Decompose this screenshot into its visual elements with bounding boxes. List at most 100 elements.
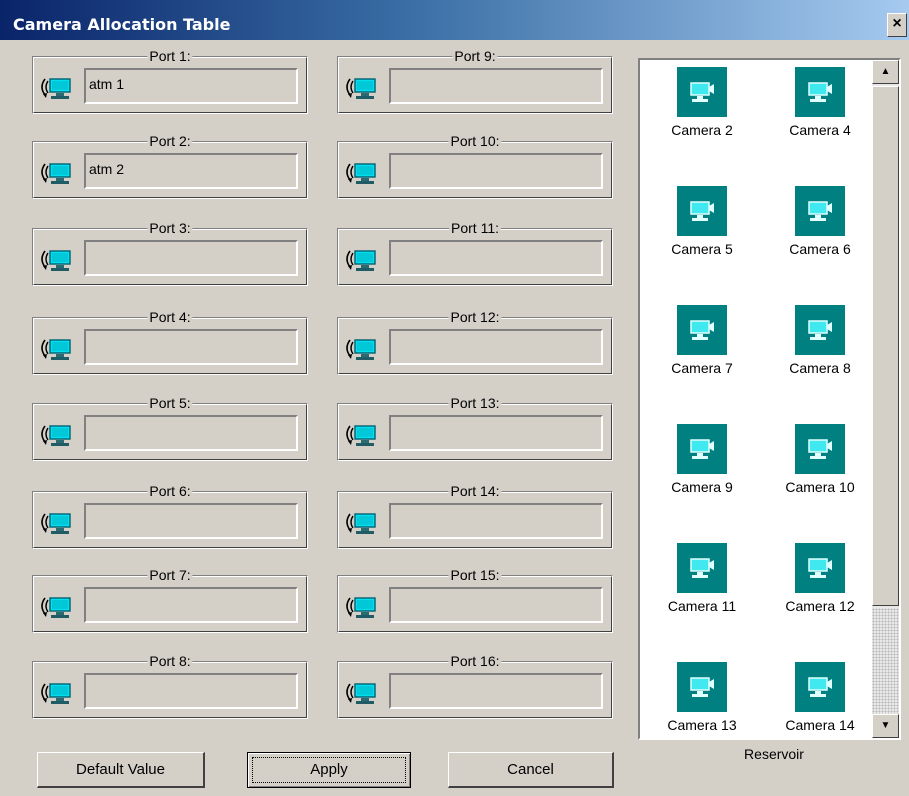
scroll-track[interactable] bbox=[872, 608, 899, 714]
camera-item[interactable]: Camera 13 bbox=[652, 657, 752, 738]
port-label: Port 2: bbox=[147, 131, 193, 151]
reservoir-label: Reservoir bbox=[744, 746, 804, 762]
camera-icon bbox=[795, 186, 845, 236]
camera-item[interactable]: Camera 10 bbox=[770, 419, 870, 519]
port-camera-icon[interactable] bbox=[341, 328, 385, 368]
port-11-slot[interactable] bbox=[389, 240, 603, 276]
camera-icon bbox=[677, 305, 727, 355]
port-15-group: Port 15: bbox=[337, 565, 613, 633]
cancel-button[interactable]: Cancel bbox=[448, 752, 614, 788]
port-label: Port 12: bbox=[448, 307, 502, 327]
camera-label: Camera 2 bbox=[671, 122, 733, 138]
port-label: Port 11: bbox=[449, 218, 501, 238]
port-label: Port 3: bbox=[147, 218, 193, 238]
port-camera-icon[interactable] bbox=[341, 239, 385, 279]
title-bar[interactable]: Camera Allocation Table × bbox=[0, 0, 909, 40]
port-12-group: Port 12: bbox=[337, 307, 613, 375]
port-camera-icon[interactable] bbox=[36, 502, 80, 542]
port-camera-icon[interactable] bbox=[36, 414, 80, 454]
port-camera-icon[interactable] bbox=[341, 67, 385, 107]
camera-item[interactable]: Camera 6 bbox=[770, 181, 870, 281]
camera-item[interactable]: Camera 8 bbox=[770, 300, 870, 400]
camera-item[interactable]: Camera 7 bbox=[652, 300, 752, 400]
port-1-group: Port 1: atm 1 bbox=[32, 46, 308, 114]
port-10-group: Port 10: bbox=[337, 131, 613, 199]
camera-icon bbox=[677, 662, 727, 712]
camera-icon bbox=[795, 543, 845, 593]
port-camera-icon[interactable] bbox=[36, 328, 80, 368]
port-camera-icon[interactable] bbox=[341, 502, 385, 542]
port-15-slot[interactable] bbox=[389, 587, 603, 623]
port-label: Port 15: bbox=[448, 565, 502, 585]
camera-label: Camera 7 bbox=[671, 360, 733, 376]
port-label: Port 5: bbox=[147, 393, 193, 413]
apply-button-label: Apply bbox=[252, 757, 406, 783]
port-11-group: Port 11: bbox=[337, 218, 613, 286]
port-4-group: Port 4: bbox=[32, 307, 308, 375]
port-camera-icon[interactable] bbox=[36, 67, 80, 107]
camera-label: Camera 6 bbox=[789, 241, 851, 257]
camera-icon bbox=[677, 67, 727, 117]
camera-item[interactable]: Camera 14 bbox=[770, 657, 870, 738]
port-13-group: Port 13: bbox=[337, 393, 613, 461]
window-title: Camera Allocation Table bbox=[13, 15, 231, 34]
port-5-slot[interactable] bbox=[84, 415, 298, 451]
camera-icon bbox=[795, 424, 845, 474]
scroll-down-button[interactable]: ▼ bbox=[872, 714, 899, 738]
port-slot-value: atm 1 bbox=[89, 76, 125, 92]
camera-item[interactable]: Camera 5 bbox=[652, 181, 752, 281]
camera-label: Camera 4 bbox=[789, 122, 851, 138]
port-13-slot[interactable] bbox=[389, 415, 603, 451]
port-1-slot[interactable]: atm 1 bbox=[84, 68, 298, 104]
port-6-slot[interactable] bbox=[84, 503, 298, 539]
port-camera-icon[interactable] bbox=[36, 586, 80, 626]
port-camera-icon[interactable] bbox=[341, 672, 385, 712]
port-12-slot[interactable] bbox=[389, 329, 603, 365]
port-8-group: Port 8: bbox=[32, 651, 308, 719]
camera-item[interactable]: Camera 4 bbox=[770, 62, 870, 162]
camera-item[interactable]: Camera 9 bbox=[652, 419, 752, 519]
port-4-slot[interactable] bbox=[84, 329, 298, 365]
camera-label: Camera 8 bbox=[789, 360, 851, 376]
scroll-up-button[interactable]: ▲ bbox=[872, 60, 899, 84]
scroll-thumb[interactable] bbox=[872, 86, 899, 606]
port-label: Port 6: bbox=[147, 481, 193, 501]
port-camera-icon[interactable] bbox=[36, 672, 80, 712]
port-camera-icon[interactable] bbox=[36, 152, 80, 192]
reservoir-scrollbar[interactable]: ▲ ▼ bbox=[872, 60, 899, 738]
port-label: Port 10: bbox=[448, 131, 502, 151]
port-16-slot[interactable] bbox=[389, 673, 603, 709]
port-2-slot[interactable]: atm 2 bbox=[84, 153, 298, 189]
port-10-slot[interactable] bbox=[389, 153, 603, 189]
port-16-group: Port 16: bbox=[337, 651, 613, 719]
port-camera-icon[interactable] bbox=[341, 152, 385, 192]
port-label: Port 16: bbox=[448, 651, 502, 671]
port-14-slot[interactable] bbox=[389, 503, 603, 539]
port-2-group: Port 2: atm 2 bbox=[32, 131, 308, 199]
camera-item[interactable]: Camera 2 bbox=[652, 62, 752, 162]
camera-label: Camera 9 bbox=[671, 479, 733, 495]
port-9-slot[interactable] bbox=[389, 68, 603, 104]
camera-reservoir-list[interactable]: Camera 2 Camera 4 Camera 5 Camera 6 Came… bbox=[638, 58, 901, 740]
close-button[interactable]: × bbox=[887, 13, 907, 37]
port-camera-icon[interactable] bbox=[341, 414, 385, 454]
port-label: Port 13: bbox=[448, 393, 502, 413]
apply-button[interactable]: Apply bbox=[247, 752, 411, 788]
port-3-slot[interactable] bbox=[84, 240, 298, 276]
port-camera-icon[interactable] bbox=[36, 239, 80, 279]
camera-label: Camera 10 bbox=[785, 479, 855, 495]
camera-item[interactable]: Camera 11 bbox=[652, 538, 752, 638]
camera-icon bbox=[795, 67, 845, 117]
port-8-slot[interactable] bbox=[84, 673, 298, 709]
camera-icon bbox=[795, 662, 845, 712]
port-label: Port 8: bbox=[147, 651, 193, 671]
camera-icon bbox=[677, 186, 727, 236]
default-value-button[interactable]: Default Value bbox=[37, 752, 205, 788]
camera-label: Camera 14 bbox=[785, 717, 855, 733]
port-7-slot[interactable] bbox=[84, 587, 298, 623]
port-camera-icon[interactable] bbox=[341, 586, 385, 626]
camera-allocation-dialog: Camera Allocation Table × Port 1: atm 1 … bbox=[0, 0, 909, 796]
camera-grid: Camera 2 Camera 4 Camera 5 Camera 6 Came… bbox=[640, 60, 870, 738]
port-slot-value: atm 2 bbox=[89, 161, 125, 177]
camera-item[interactable]: Camera 12 bbox=[770, 538, 870, 638]
